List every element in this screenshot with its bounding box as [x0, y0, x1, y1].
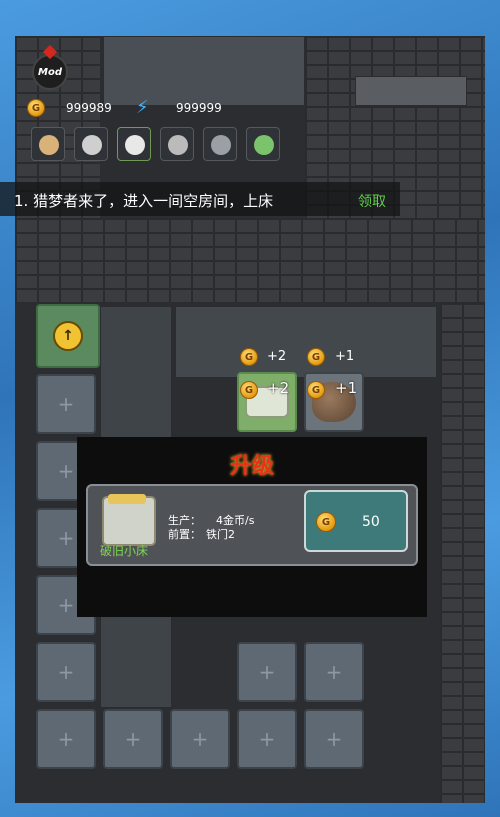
- coin-icon: G: [240, 348, 258, 366]
- stone-ledge: [355, 76, 467, 106]
- upgrade-buy-button[interactable]: G 50: [304, 490, 408, 552]
- stone-room-top: [103, 36, 305, 106]
- prereq-label: 前置：: [168, 528, 201, 541]
- plus-icon: +: [124, 727, 142, 751]
- face-icon: [82, 135, 102, 155]
- empty-cell[interactable]: +: [103, 709, 163, 769]
- plus-icon: +: [57, 459, 75, 483]
- empty-cell[interactable]: +: [36, 709, 96, 769]
- modal-title: 升级: [229, 454, 274, 479]
- empty-cell[interactable]: +: [36, 642, 96, 702]
- empty-cell[interactable]: +: [304, 642, 364, 702]
- plus-icon: +: [325, 660, 343, 684]
- face-icon: [39, 135, 59, 155]
- hunter-avatar[interactable]: [160, 127, 194, 161]
- plus-icon: +: [57, 392, 75, 416]
- energy-counter: 999999: [176, 101, 222, 115]
- item-name: 破旧小床: [100, 544, 149, 558]
- hunter-avatar[interactable]: [31, 127, 65, 161]
- income-label: +2: [267, 349, 287, 364]
- empty-cell[interactable]: +: [170, 709, 230, 769]
- hunter-avatar[interactable]: [117, 127, 151, 161]
- brick-corridor: [15, 218, 485, 303]
- hunter-avatar[interactable]: [74, 127, 108, 161]
- face-icon: [211, 135, 231, 155]
- plus-icon: +: [325, 727, 343, 751]
- quest-text: 1. 猎梦者来了，进入一间空房间，上床: [14, 192, 274, 210]
- prereq-value: 铁门2: [206, 528, 235, 541]
- face-icon: [125, 135, 145, 155]
- plus-icon: +: [191, 727, 209, 751]
- plus-icon: +: [57, 727, 75, 751]
- quest-bar: 1. 猎梦者来了，进入一间空房间，上床 领取: [0, 182, 400, 216]
- income-label: +1: [335, 349, 355, 364]
- floating-income: +2: [267, 379, 290, 397]
- empty-cell[interactable]: +: [304, 709, 364, 769]
- upgrade-slot[interactable]: ↑: [36, 304, 100, 368]
- hunter-avatar[interactable]: [246, 127, 280, 161]
- plus-icon: +: [258, 660, 276, 684]
- mod-badge[interactable]: Mod: [32, 54, 68, 90]
- coin-icon: G: [307, 348, 325, 366]
- plus-icon: +: [258, 727, 276, 751]
- empty-cell[interactable]: +: [36, 374, 96, 434]
- face-icon: [168, 135, 188, 155]
- plus-icon: +: [57, 526, 75, 550]
- claim-button[interactable]: 领取: [358, 191, 386, 211]
- floating-income: +1: [335, 379, 358, 397]
- hunter-avatar[interactable]: [203, 127, 237, 161]
- coin-counter: 999989: [66, 101, 112, 115]
- mod-badge-label: Mod: [38, 66, 62, 78]
- coin-icon: G: [307, 381, 325, 399]
- lightning-icon: ⚡: [136, 97, 149, 118]
- upgrade-arrow-icon: ↑: [53, 321, 83, 351]
- plus-icon: +: [57, 660, 75, 684]
- plus-icon: +: [57, 593, 75, 617]
- coin-icon: G: [240, 381, 258, 399]
- face-icon: [254, 135, 274, 155]
- upgrade-cost: 50: [362, 514, 380, 530]
- bed-headboard-icon: [108, 494, 146, 504]
- empty-cell[interactable]: +: [237, 642, 297, 702]
- brick-wall-right: [440, 303, 485, 803]
- coin-icon: G: [316, 512, 336, 532]
- coin-icon: G: [27, 99, 45, 117]
- empty-cell[interactable]: +: [237, 709, 297, 769]
- room-floor-mid: [175, 306, 437, 378]
